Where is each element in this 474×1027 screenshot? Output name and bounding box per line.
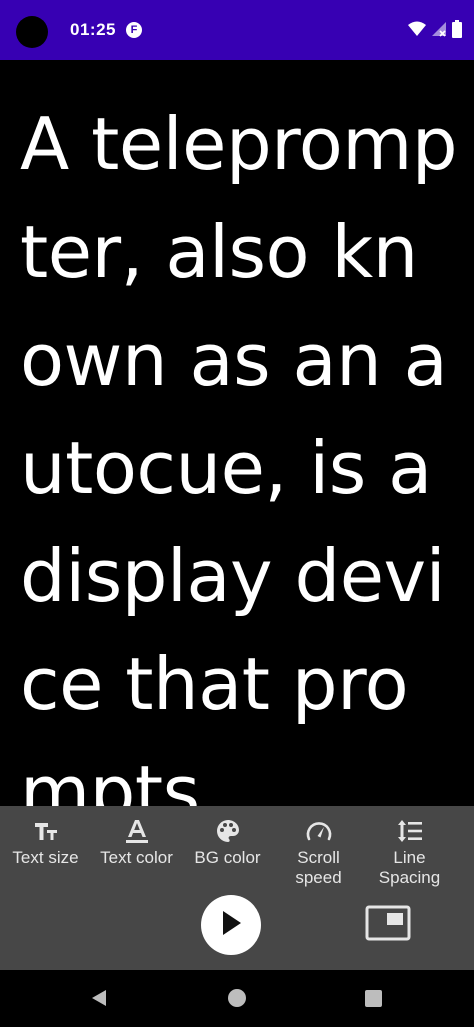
scroll-speed-label: Scroll speed: [295, 848, 342, 887]
text-size-button[interactable]: Text size: [0, 818, 91, 888]
line-spacing-icon: [396, 818, 424, 844]
line-spacing-button[interactable]: Line Spacing: [364, 818, 455, 888]
signal-icon: [432, 21, 446, 37]
play-button[interactable]: [201, 895, 261, 955]
camera-cutout: [16, 16, 48, 48]
status-clock: 01:25: [70, 20, 116, 39]
text-color-label: Text color: [100, 848, 173, 867]
text-color-icon: [124, 818, 150, 844]
picture-in-picture-icon: [365, 905, 411, 946]
text-size-label: Text size: [12, 848, 79, 867]
recents-icon[interactable]: [365, 990, 382, 1007]
status-icons: [408, 20, 462, 38]
text-size-icon: [33, 818, 59, 844]
bg-color-label: BG color: [194, 848, 261, 867]
status-bar: 01:25 F: [0, 0, 474, 60]
picture-in-picture-button[interactable]: [364, 905, 412, 945]
scroll-speed-button[interactable]: Scroll speed: [273, 818, 364, 888]
prompter-area[interactable]: A teleprompter, also known as an autocue…: [0, 60, 474, 806]
speedometer-icon: [305, 818, 333, 844]
line-spacing-label: Line Spacing: [378, 848, 441, 887]
wifi-icon: [408, 21, 426, 37]
control-buttons-row: Text size Text color BG color Scroll spe…: [0, 818, 474, 888]
palette-icon: [215, 818, 241, 844]
text-color-button[interactable]: Text color: [91, 818, 182, 888]
notification-icon: F: [126, 22, 142, 38]
bg-color-button[interactable]: BG color: [182, 818, 273, 888]
back-icon[interactable]: [90, 989, 108, 1012]
control-panel: Text size Text color BG color Scroll spe…: [0, 806, 474, 970]
home-icon[interactable]: [228, 989, 246, 1007]
prompter-text: A teleprompter, also known as an autocue…: [20, 102, 458, 806]
play-icon: [219, 909, 243, 942]
navigation-bar: [0, 970, 474, 1027]
battery-icon: [452, 20, 462, 38]
